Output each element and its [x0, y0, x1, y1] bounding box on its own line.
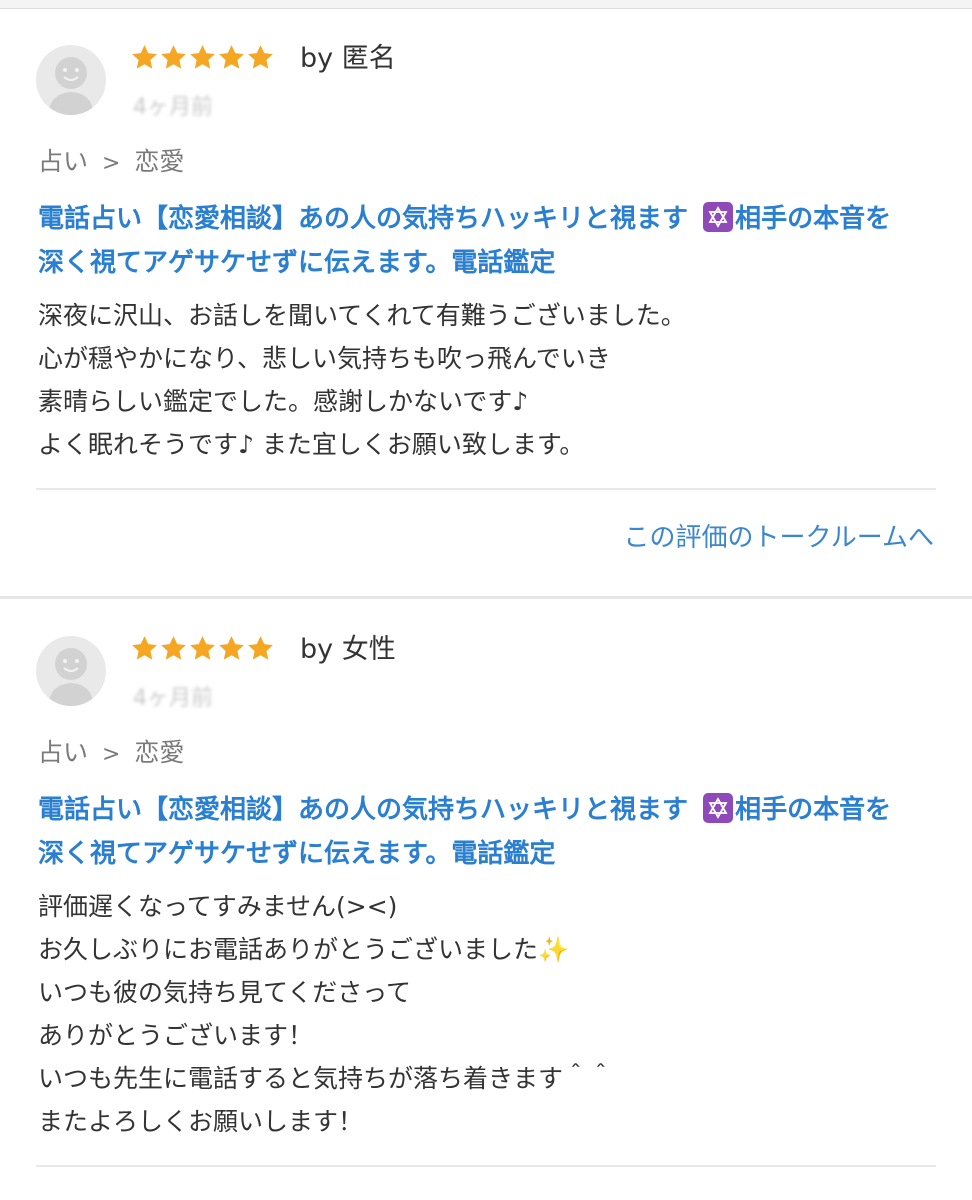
star-icon: [219, 636, 244, 660]
category-parent[interactable]: 占い: [38, 147, 88, 176]
section-divider: [0, 596, 972, 599]
star-of-david-emoji-icon: [703, 793, 734, 823]
service-title-line2: 深く視てアゲサケせずに伝えます。電話鑑定: [38, 839, 556, 869]
review-line: またよろしくお願いします！: [38, 1107, 364, 1136]
user-avatar-icon[interactable]: [36, 45, 106, 115]
star-icon: [132, 45, 157, 69]
reviewer-name: by 匿名: [300, 43, 396, 74]
review-body: 評価遅くなってすみません(><) お久しぶりにお電話ありがとうございました✨ い…: [38, 885, 938, 1143]
service-title-part1: 電話占い【恋愛相談】あの人の気持ちハッキリと視ます: [38, 795, 698, 825]
review-card: by 女性 4ヶ月前 占い > 恋愛 電話占い【恋愛相談】あの人の気持ちハッキリ…: [0, 600, 972, 1200]
review-line: 心が穏やかになり、悲しい気持ちも吹っ飛んでいき: [38, 344, 611, 373]
service-title-link[interactable]: 電話占い【恋愛相談】あの人の気持ちハッキリと視ます 相手の本音を 深く視てアゲサ…: [38, 788, 938, 876]
review-card: by 匿名 4ヶ月前 占い > 恋愛 電話占い【恋愛相談】あの人の気持ちハッキリ…: [0, 9, 972, 597]
review-line: 評価遅くなってすみません(><): [38, 892, 398, 921]
category-child[interactable]: 恋愛: [134, 147, 184, 176]
star-icon: [248, 636, 273, 660]
star-icon: [132, 636, 157, 660]
review-line: お久しぶりにお電話ありがとうございました✨: [38, 928, 938, 971]
review-line: 深夜に沢山、お話しを聞いてくれて有難うございました。: [38, 301, 686, 330]
breadcrumb-separator: >: [101, 742, 121, 767]
review-body: 深夜に沢山、お話しを聞いてくれて有難うございました。 心が穏やかになり、悲しい気…: [38, 294, 938, 466]
review-line: 素晴らしい鑑定でした。感謝しかないです♪: [38, 387, 529, 416]
review-date: 4ヶ月前: [133, 686, 213, 711]
review-line-text: お久しぶりにお電話ありがとうございました: [38, 935, 539, 964]
category-parent[interactable]: 占い: [38, 738, 88, 767]
service-title-part1: 電話占い【恋愛相談】あの人の気持ちハッキリと視ます: [38, 204, 698, 234]
top-rule: [0, 0, 972, 9]
divider: [36, 1165, 936, 1167]
star-icon: [161, 636, 186, 660]
star-of-david-emoji-icon: [703, 202, 734, 232]
sparkles-emoji: ✨: [538, 935, 570, 964]
user-avatar-icon[interactable]: [36, 636, 106, 706]
star-icon: [190, 636, 215, 660]
service-title-link[interactable]: 電話占い【恋愛相談】あの人の気持ちハッキリと視ます 相手の本音を 深く視てアゲサ…: [38, 197, 938, 285]
service-title-line2: 深く視てアゲサケせずに伝えます。電話鑑定: [38, 248, 556, 278]
talk-room-link[interactable]: この評価のトークルームへ: [624, 521, 934, 555]
review-line: いつも先生に電話すると気持ちが落ち着きます＾＾: [38, 1064, 614, 1093]
star-icon: [161, 45, 186, 69]
star-icon: [248, 45, 273, 69]
service-title-part2: 相手の本音を: [735, 795, 892, 825]
review-line: ありがとうございます！: [38, 1021, 314, 1050]
review-line: よく眠れそうです♪ また宜しくお願い致します。: [38, 430, 585, 459]
rating-stars: [130, 634, 275, 670]
category-breadcrumb: 占い > 恋愛: [38, 147, 184, 179]
star-icon: [190, 45, 215, 69]
review-date: 4ヶ月前: [133, 95, 213, 120]
breadcrumb-separator: >: [101, 151, 121, 176]
review-line: いつも彼の気持ち見てくださって: [38, 978, 412, 1007]
service-title-part2: 相手の本音を: [735, 204, 892, 234]
category-child[interactable]: 恋愛: [134, 738, 184, 767]
category-breadcrumb: 占い > 恋愛: [38, 738, 184, 770]
rating-stars: [130, 43, 275, 79]
divider: [36, 488, 936, 490]
reviewer-name: by 女性: [300, 634, 396, 665]
star-icon: [219, 45, 244, 69]
